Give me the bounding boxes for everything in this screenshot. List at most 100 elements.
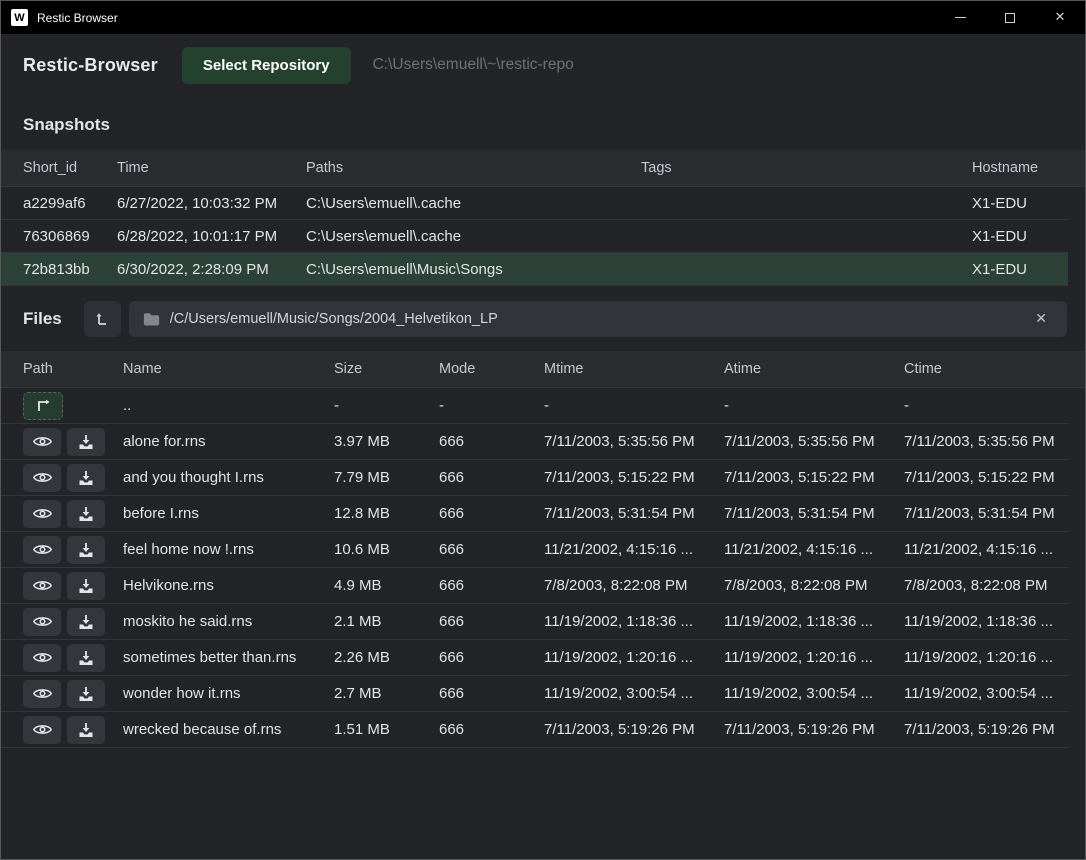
- file-row: before I.rns 12.8 MB 666 7/11/2003, 5:31…: [1, 496, 1068, 532]
- app-header: Restic-Browser Select Repository C:\User…: [1, 34, 1085, 96]
- download-file-button[interactable]: [67, 464, 105, 492]
- preview-file-button[interactable]: [23, 428, 61, 456]
- snapshots-heading: Snapshots: [1, 96, 1085, 150]
- preview-file-button[interactable]: [23, 680, 61, 708]
- file-atime: 11/19/2002, 3:00:54 ...: [724, 685, 904, 702]
- file-ctime: 11/21/2002, 4:15:16 ...: [904, 541, 1068, 558]
- file-size: 4.9 MB: [334, 577, 439, 594]
- file-row: sometimes better than.rns 2.26 MB 666 11…: [1, 640, 1068, 676]
- clear-path-button[interactable]: ✕: [1029, 307, 1053, 331]
- file-ctime: 7/11/2003, 5:19:26 PM: [904, 721, 1068, 738]
- folder-icon: [143, 312, 160, 327]
- snapshot-hostname: X1-EDU: [972, 261, 1068, 278]
- download-icon: [78, 470, 94, 486]
- close-button[interactable]: ✕: [1035, 1, 1085, 34]
- close-icon: ✕: [1055, 11, 1066, 24]
- download-file-button[interactable]: [67, 572, 105, 600]
- file-mode: 666: [439, 613, 544, 630]
- preview-file-button[interactable]: [23, 716, 61, 744]
- file-path-breadcrumb[interactable]: /C/Users/emuell/Music/Songs/2004_Helveti…: [129, 301, 1067, 337]
- file-name: alone for.rns: [123, 433, 334, 450]
- file-mtime: 7/11/2003, 5:19:26 PM: [544, 721, 724, 738]
- col-size: Size: [334, 361, 439, 377]
- col-mode: Mode: [439, 361, 544, 377]
- download-file-button[interactable]: [67, 428, 105, 456]
- download-file-button[interactable]: [67, 500, 105, 528]
- page-title: Restic-Browser: [23, 55, 158, 76]
- col-atime: Atime: [724, 361, 904, 377]
- download-file-button[interactable]: [67, 716, 105, 744]
- preview-file-button[interactable]: [23, 536, 61, 564]
- snapshot-paths: C:\Users\emuell\Music\Songs: [306, 261, 641, 278]
- file-mtime: 11/19/2002, 3:00:54 ...: [544, 685, 724, 702]
- app-icon: W: [11, 9, 28, 26]
- preview-file-button[interactable]: [23, 572, 61, 600]
- file-mode: 666: [439, 577, 544, 594]
- snapshot-paths: C:\Users\emuell\.cache: [306, 228, 641, 245]
- file-atime: 7/11/2003, 5:19:26 PM: [724, 721, 904, 738]
- file-name: before I.rns: [123, 505, 334, 522]
- eye-icon: [32, 722, 53, 737]
- col-path: Path: [23, 361, 123, 377]
- file-name: moskito he said.rns: [123, 613, 334, 630]
- up-level-icon: [94, 311, 110, 327]
- eye-icon: [32, 578, 53, 593]
- file-ctime: 7/8/2003, 8:22:08 PM: [904, 577, 1068, 594]
- snapshot-row[interactable]: 72b813bb 6/30/2022, 2:28:09 PM C:\Users\…: [1, 253, 1068, 286]
- file-mode: 666: [439, 685, 544, 702]
- file-name: and you thought I.rns: [123, 469, 334, 486]
- window-title: Restic Browser: [37, 11, 118, 25]
- download-file-button[interactable]: [67, 608, 105, 636]
- download-icon: [78, 614, 94, 630]
- file-mtime: 7/11/2003, 5:15:22 PM: [544, 469, 724, 486]
- snapshot-paths: C:\Users\emuell\.cache: [306, 195, 641, 212]
- preview-file-button[interactable]: [23, 464, 61, 492]
- repository-path: C:\Users\emuell\~\restic-repo: [373, 56, 574, 74]
- snapshot-row[interactable]: 76306869 6/28/2022, 10:01:17 PM C:\Users…: [1, 220, 1068, 253]
- app-window: W Restic Browser ✕ Restic-Browser Select…: [0, 0, 1086, 860]
- file-row: alone for.rns 3.97 MB 666 7/11/2003, 5:3…: [1, 424, 1068, 460]
- file-row: feel home now !.rns 10.6 MB 666 11/21/20…: [1, 532, 1068, 568]
- file-atime: 7/11/2003, 5:15:22 PM: [724, 469, 904, 486]
- file-mtime: 7/11/2003, 5:35:56 PM: [544, 433, 724, 450]
- file-name: Helvikone.rns: [123, 577, 334, 594]
- file-row: and you thought I.rns 7.79 MB 666 7/11/2…: [1, 460, 1068, 496]
- download-file-button[interactable]: [67, 680, 105, 708]
- file-path-value: /C/Users/emuell/Music/Songs/2004_Helveti…: [170, 311, 1030, 327]
- preview-file-button[interactable]: [23, 608, 61, 636]
- file-mode: -: [439, 397, 544, 414]
- maximize-button[interactable]: [985, 1, 1035, 34]
- file-row: moskito he said.rns 2.1 MB 666 11/19/200…: [1, 604, 1068, 640]
- show-tree-button[interactable]: [84, 301, 121, 337]
- file-row: wrecked because of.rns 1.51 MB 666 7/11/…: [1, 712, 1068, 748]
- col-hostname: Hostname: [972, 160, 1085, 176]
- download-file-button[interactable]: [67, 536, 105, 564]
- select-repository-button[interactable]: Select Repository: [182, 47, 351, 84]
- preview-file-button[interactable]: [23, 500, 61, 528]
- snapshot-short-id: 76306869: [23, 228, 117, 245]
- file-mode: 666: [439, 469, 544, 486]
- file-name: ..: [123, 397, 334, 414]
- empty-area: [1, 748, 1085, 859]
- col-tags: Tags: [641, 160, 972, 176]
- file-mode: 666: [439, 505, 544, 522]
- snapshot-row[interactable]: a2299af6 6/27/2022, 10:03:32 PM C:\Users…: [1, 187, 1068, 220]
- file-name: feel home now !.rns: [123, 541, 334, 558]
- file-ctime: 11/19/2002, 3:00:54 ...: [904, 685, 1068, 702]
- file-atime: 11/21/2002, 4:15:16 ...: [724, 541, 904, 558]
- snapshot-time: 6/27/2022, 10:03:32 PM: [117, 195, 306, 212]
- file-mode: 666: [439, 433, 544, 450]
- preview-file-button[interactable]: [23, 644, 61, 672]
- minimize-button[interactable]: [935, 1, 985, 34]
- files-bar: Files /C/Users/emuell/Music/Songs/2004_H…: [1, 294, 1085, 344]
- file-size: 12.8 MB: [334, 505, 439, 522]
- parent-dir-row: .. - - - - -: [1, 388, 1068, 424]
- eye-icon: [32, 470, 53, 485]
- go-up-button[interactable]: [23, 392, 63, 420]
- col-short-id: Short_id: [23, 160, 117, 176]
- snapshot-time: 6/30/2022, 2:28:09 PM: [117, 261, 306, 278]
- file-mode: 666: [439, 649, 544, 666]
- snapshots-table-body: a2299af6 6/27/2022, 10:03:32 PM C:\Users…: [1, 186, 1085, 286]
- snapshot-short-id: 72b813bb: [23, 261, 117, 278]
- download-file-button[interactable]: [67, 644, 105, 672]
